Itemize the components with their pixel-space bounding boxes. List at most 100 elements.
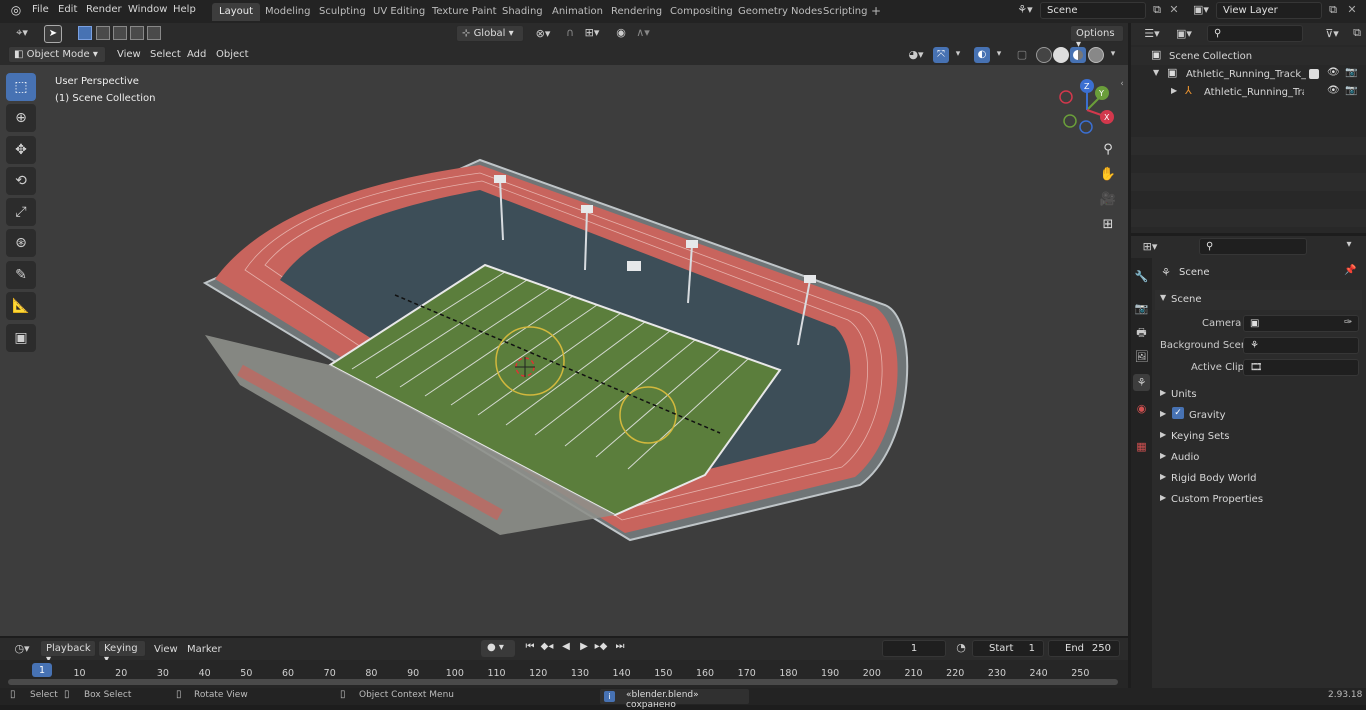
properties-search-input[interactable]: ⚲: [1199, 238, 1307, 255]
outliner-row-collection[interactable]: ▼ ▣ Athletic_Running_Track_Stadi 👁 📷: [1131, 65, 1366, 83]
menu-render[interactable]: Render: [86, 4, 122, 15]
tab-animation[interactable]: Animation: [545, 3, 610, 21]
menu-add[interactable]: Add: [187, 49, 206, 60]
transform-orientation-dropdown[interactable]: ⊹ Global ▾: [456, 25, 524, 42]
scene-panel-header[interactable]: ▼ Scene: [1155, 290, 1362, 310]
gravity-checkbox[interactable]: ✓: [1172, 407, 1184, 419]
units-panel-header[interactable]: ▶ Units: [1155, 384, 1362, 404]
view-layer-icon[interactable]: ▣▾: [1190, 4, 1212, 15]
custom-properties-panel-header[interactable]: ▶ Custom Properties: [1155, 489, 1362, 509]
shading-rendered-icon[interactable]: [1088, 47, 1104, 63]
expand-arrow-icon[interactable]: ▼: [1153, 69, 1159, 77]
tab-modeling[interactable]: Modeling: [258, 3, 318, 21]
pan-view-icon[interactable]: ✋: [1098, 168, 1118, 181]
record-button[interactable]: ● ▾: [481, 640, 515, 657]
overlay-dropdown-icon[interactable]: ▾: [994, 50, 1004, 59]
select-mode-invert-icon[interactable]: [130, 26, 144, 40]
timeline-menu-view[interactable]: View: [154, 644, 178, 655]
properties-options-icon[interactable]: ▾: [1341, 240, 1357, 250]
end-frame-field[interactable]: End 250: [1048, 640, 1120, 657]
visibility-filter-icon[interactable]: ◕▾: [903, 49, 929, 60]
shading-wireframe-icon[interactable]: [1036, 47, 1052, 63]
prev-keyframe-icon[interactable]: ◆◂: [539, 642, 555, 652]
scene-field[interactable]: Scene: [1040, 2, 1146, 19]
timeline-editor-icon[interactable]: ◷▾: [10, 643, 34, 654]
timeline-menu-marker[interactable]: Marker: [187, 644, 222, 655]
tab-scripting[interactable]: Scripting: [816, 3, 874, 21]
outliner-search-input[interactable]: ⚲: [1207, 25, 1303, 42]
tab-layout[interactable]: Layout: [212, 3, 260, 21]
proportional-falloff-icon[interactable]: ∧▾: [632, 27, 654, 38]
background-scene-field[interactable]: ⚘: [1243, 337, 1359, 354]
play-icon[interactable]: ▶: [576, 642, 592, 652]
render-camera-icon[interactable]: 📷: [1345, 68, 1357, 78]
texture-tab-icon[interactable]: ▦: [1133, 438, 1150, 455]
tab-shading[interactable]: Shading: [495, 3, 550, 21]
tab-geometry-nodes[interactable]: Geometry Nodes: [731, 3, 829, 21]
select-mode-extend-icon[interactable]: [96, 26, 110, 40]
tool-tab-icon[interactable]: 🔧: [1133, 268, 1150, 285]
snap-icon[interactable]: ∩: [563, 27, 577, 38]
mode-dropdown[interactable]: ◧ Object Mode ▾: [8, 46, 106, 63]
delete-scene-icon[interactable]: ✕: [1168, 4, 1180, 15]
current-frame-field[interactable]: 1: [882, 640, 946, 657]
menu-edit[interactable]: Edit: [58, 4, 77, 15]
gravity-panel-header[interactable]: ▶ ✓ Gravity: [1155, 405, 1362, 425]
pin-icon[interactable]: 📌: [1344, 266, 1356, 276]
menu-window[interactable]: Window: [128, 4, 167, 15]
keying-dropdown[interactable]: Keying ▾: [98, 640, 146, 665]
zoom-view-icon[interactable]: ⚲: [1098, 143, 1118, 156]
exclude-checkbox[interactable]: [1309, 69, 1319, 79]
menu-file[interactable]: File: [32, 4, 49, 15]
snap-target-icon[interactable]: ⊞▾: [580, 27, 604, 38]
new-collection-icon[interactable]: ⧉: [1350, 27, 1364, 38]
eyedropper-icon[interactable]: ✑: [1344, 318, 1352, 328]
shading-material-icon[interactable]: [1070, 47, 1086, 63]
delete-view-layer-icon[interactable]: ✕: [1346, 4, 1358, 15]
timeline-scrollbar[interactable]: [8, 679, 1118, 685]
camera-field[interactable]: ▣ ✑: [1243, 315, 1359, 332]
playback-dropdown[interactable]: Playback ▾: [40, 640, 96, 665]
proportional-edit-icon[interactable]: ◉: [614, 27, 628, 38]
output-tab-icon[interactable]: 🖶: [1133, 324, 1150, 341]
next-keyframe-icon[interactable]: ▸◆: [593, 642, 609, 652]
view-layer-tab-icon[interactable]: 🖼: [1133, 348, 1150, 365]
outliner-row-object[interactable]: ▶ ⅄ Athletic_Running_Track_S 👁 📷: [1131, 83, 1366, 101]
properties-editor-icon[interactable]: ⊞▾: [1139, 241, 1161, 252]
gizmo-dropdown-icon[interactable]: ▾: [953, 50, 963, 59]
rigid-body-panel-header[interactable]: ▶ Rigid Body World: [1155, 468, 1362, 488]
expand-arrow-icon[interactable]: ▶: [1171, 87, 1177, 95]
audio-panel-header[interactable]: ▶ Audio: [1155, 447, 1362, 467]
eye-icon[interactable]: 👁: [1327, 86, 1340, 96]
overlay-toggle-icon[interactable]: ◐: [974, 47, 990, 63]
eye-icon[interactable]: 👁: [1327, 68, 1340, 78]
ortho-grid-icon[interactable]: ⊞: [1098, 218, 1118, 231]
stadium-model[interactable]: Z Y X: [0, 65, 1128, 636]
render-tab-icon[interactable]: 📷: [1133, 300, 1150, 317]
play-reverse-icon[interactable]: ◀: [558, 642, 574, 652]
scene-selector-icon[interactable]: ⚘▾: [1014, 4, 1036, 15]
options-dropdown[interactable]: Options ▾: [1070, 25, 1124, 50]
view-layer-field[interactable]: View Layer: [1216, 2, 1322, 19]
jump-start-icon[interactable]: ⏮: [522, 642, 538, 652]
tab-rendering[interactable]: Rendering: [604, 3, 669, 21]
outliner-row-scene-collection[interactable]: ▣ Scene Collection: [1131, 47, 1366, 65]
camera-view-icon[interactable]: 🎥: [1098, 193, 1118, 206]
editor-type-icon[interactable]: ⌖▾: [10, 27, 34, 38]
keying-sets-panel-header[interactable]: ▶ Keying Sets: [1155, 426, 1362, 446]
tab-texture-paint[interactable]: Texture Paint: [425, 3, 504, 21]
render-camera-icon[interactable]: 📷: [1345, 86, 1357, 96]
scene-tab-icon[interactable]: ⚘: [1133, 374, 1150, 391]
preview-range-icon[interactable]: ◔: [954, 642, 968, 653]
shading-dropdown-icon[interactable]: ▾: [1108, 50, 1118, 59]
blender-logo-icon[interactable]: ◎: [8, 4, 24, 18]
pivot-point-icon[interactable]: ⊗▾: [532, 28, 554, 39]
display-mode-icon[interactable]: ▣▾: [1173, 28, 1195, 39]
select-mode-new-icon[interactable]: [78, 26, 92, 40]
select-mode-subtract-icon[interactable]: [113, 26, 127, 40]
menu-help[interactable]: Help: [173, 4, 196, 15]
menu-select[interactable]: Select: [150, 49, 181, 60]
select-tool-button[interactable]: ➤: [44, 25, 62, 43]
select-mode-intersect-icon[interactable]: [147, 26, 161, 40]
3d-viewport[interactable]: User Perspective (1) Scene Collection ⬚ …: [0, 65, 1128, 636]
